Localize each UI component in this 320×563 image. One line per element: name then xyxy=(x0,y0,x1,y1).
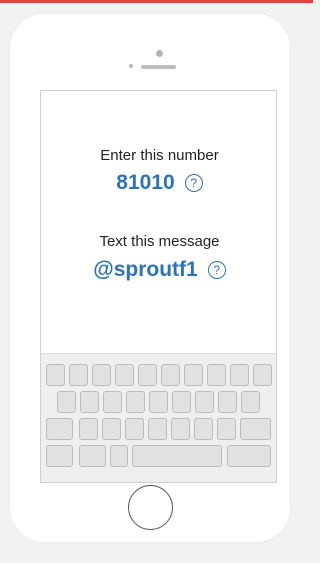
sensor-dot xyxy=(129,64,133,68)
keyboard-key xyxy=(79,445,106,467)
phone-frame: Enter this number 81010 ? Text this mess… xyxy=(10,14,290,542)
keyboard-key xyxy=(149,391,168,413)
number-row: 81010 ? xyxy=(41,171,276,195)
keyboard-key xyxy=(115,364,134,386)
number-label: Enter this number xyxy=(100,147,219,164)
keyboard-key xyxy=(171,418,190,440)
short-code-number: 81010 xyxy=(116,171,175,194)
keyboard-key xyxy=(46,418,73,440)
keyboard-key xyxy=(92,364,111,386)
keyboard-key xyxy=(253,364,272,386)
message-label: Text this message xyxy=(99,233,220,250)
keyboard-key xyxy=(194,418,213,440)
keyboard-illustration xyxy=(41,353,276,482)
earpiece-speaker xyxy=(141,65,176,69)
keyboard-key xyxy=(132,445,222,467)
keyboard-key xyxy=(79,418,98,440)
keyboard-key xyxy=(126,391,145,413)
keyboard-key xyxy=(103,391,122,413)
home-button[interactable] xyxy=(128,485,173,530)
top-accent-bar xyxy=(0,0,313,3)
keyboard-key xyxy=(230,364,249,386)
keyboard-key xyxy=(241,391,260,413)
keyboard-key xyxy=(46,445,73,467)
keyboard-key xyxy=(102,418,121,440)
keyboard-key xyxy=(161,364,180,386)
keyboard-key xyxy=(207,364,226,386)
keyboard-key xyxy=(110,445,128,467)
keyboard-key xyxy=(148,418,167,440)
message-row: @sproutf1 ? xyxy=(41,258,276,282)
keyboard-key xyxy=(57,391,76,413)
keyboard-key xyxy=(195,391,214,413)
keyboard-key xyxy=(240,418,271,440)
keyboard-key xyxy=(69,364,88,386)
keyboard-key xyxy=(184,364,203,386)
keyboard-key xyxy=(172,391,191,413)
keyboard-key xyxy=(46,364,65,386)
phone-screen: Enter this number 81010 ? Text this mess… xyxy=(40,90,277,483)
keyboard-key xyxy=(227,445,271,467)
keyboard-key xyxy=(218,391,237,413)
front-camera xyxy=(156,50,163,57)
text-message-value: @sproutf1 xyxy=(93,258,198,281)
keyboard-key xyxy=(138,364,157,386)
keyboard-key xyxy=(217,418,236,440)
keyboard-key xyxy=(80,391,99,413)
question-circle-icon[interactable]: ? xyxy=(184,174,203,192)
keyboard-key xyxy=(125,418,144,440)
question-circle-icon[interactable]: ? xyxy=(207,261,226,279)
